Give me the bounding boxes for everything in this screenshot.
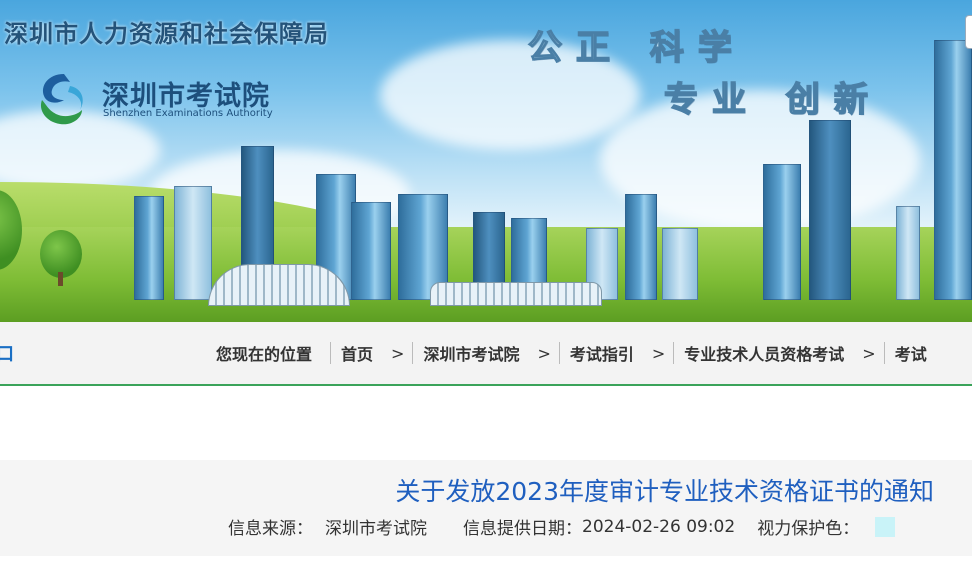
breadcrumb-home[interactable]: 首页: [341, 341, 373, 365]
tree-trunk: [58, 272, 63, 286]
breadcrumb-separator: >: [391, 343, 405, 363]
breadcrumb: 您现在的位置 首页 > 深圳市考试院 > 考试指引 > 专业技术人员资格考试 >…: [216, 322, 927, 384]
nav-fragment[interactable]: 口: [0, 340, 14, 366]
examination-authority-logo-icon: [40, 74, 83, 125]
organization-name: 深圳市人力资源和社会保障局: [4, 20, 329, 48]
eye-care-color-swatch[interactable]: [875, 516, 896, 537]
building: [174, 186, 212, 300]
article-title: 关于发放2023年度审计专业技术资格证书的通知: [395, 477, 934, 506]
motto-line-1: 公正 科学: [527, 27, 746, 69]
breadcrumb-separator: >: [862, 343, 876, 363]
building: [351, 202, 391, 300]
source-value: 深圳市考试院: [325, 519, 427, 539]
building: [662, 228, 698, 300]
breadcrumb-bar: 口 您现在的位置 首页 > 深圳市考试院 > 考试指引 > 专业技术人员资格考试…: [0, 322, 972, 386]
article-header: 关于发放2023年度审计专业技术资格证书的通知 信息来源： 深圳市考试院 信息提…: [0, 460, 972, 556]
building: [896, 206, 920, 300]
breadcrumb-exam-authority[interactable]: 深圳市考试院: [423, 341, 519, 365]
building: [763, 164, 801, 300]
breadcrumb-professional-exam[interactable]: 专业技术人员资格考试: [684, 341, 844, 365]
motto-line-2: 专业 创新: [663, 79, 882, 121]
date-value: 2024-02-26 09:02: [582, 516, 736, 537]
header-banner: 深圳市人力资源和社会保障局 深圳市考试院 Shenzhen Examinatio…: [0, 0, 972, 322]
breadcrumb-label: 您现在的位置: [216, 345, 313, 364]
breadcrumb-exam-guide[interactable]: 考试指引: [570, 341, 634, 365]
stadium: [430, 282, 602, 306]
divider: [558, 342, 560, 364]
divider: [673, 342, 675, 364]
building: [934, 40, 972, 300]
breadcrumb-exam[interactable]: 考试: [895, 341, 927, 365]
logo-subtitle: Shenzhen Examinations Authority: [103, 108, 273, 119]
divider: [330, 342, 332, 364]
divider: [883, 342, 885, 364]
divider: [412, 342, 414, 364]
building: [134, 196, 164, 300]
tree: [40, 230, 82, 278]
stadium: [208, 264, 350, 306]
building: [809, 120, 851, 300]
breadcrumb-separator: >: [537, 343, 551, 363]
date-label: 信息提供日期：: [463, 519, 582, 539]
source-label: 信息来源：: [228, 519, 313, 539]
side-tab[interactable]: [965, 15, 972, 49]
article-meta: 信息来源： 深圳市考试院 信息提供日期： 2024-02-26 09:02 视力…: [228, 514, 896, 539]
breadcrumb-separator: >: [651, 343, 666, 363]
building: [625, 194, 657, 300]
eye-care-label: 视力保护色：: [757, 519, 860, 539]
